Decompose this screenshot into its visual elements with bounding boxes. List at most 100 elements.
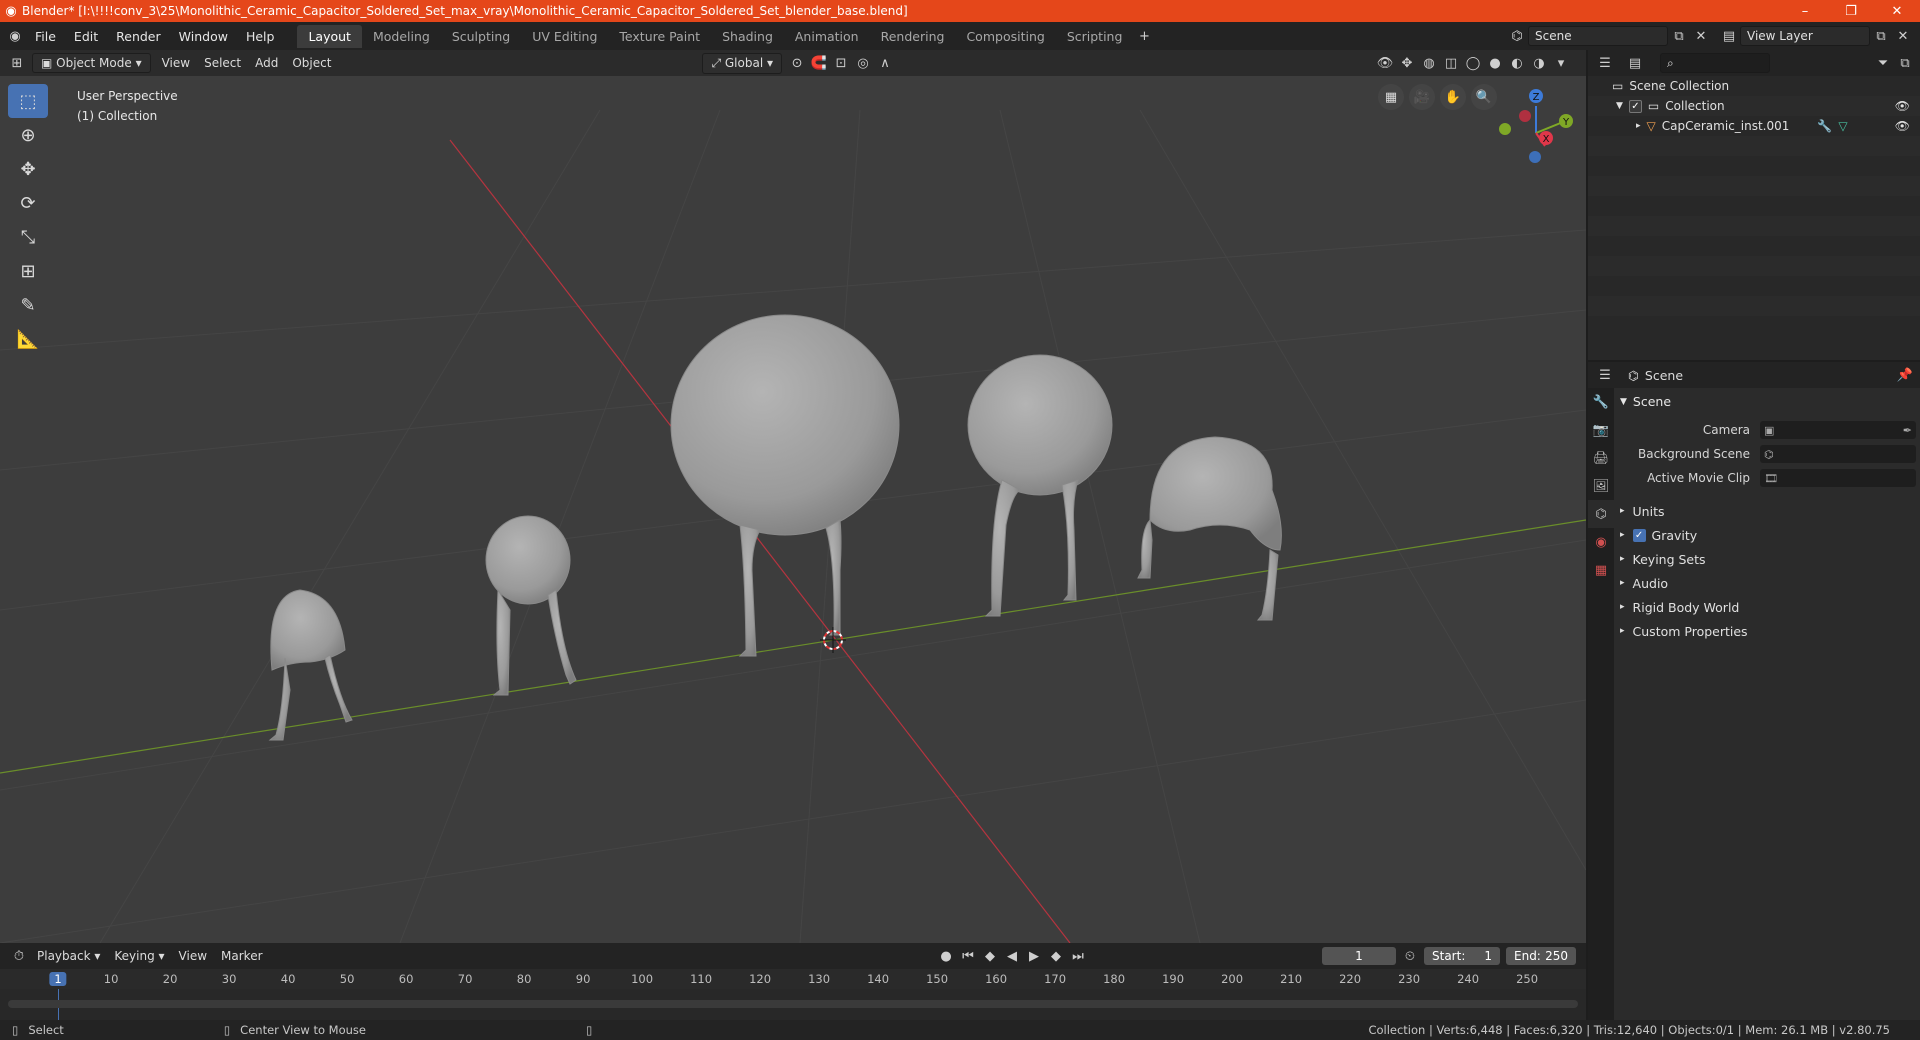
scene-panel-header[interactable]: ▼ Scene (1620, 394, 1671, 409)
orientation-dropdown[interactable]: ⤢ Global ▾ (702, 52, 783, 74)
tab-uv-editing[interactable]: UV Editing (521, 25, 608, 48)
jump-end-icon[interactable]: ⏭ (1067, 946, 1089, 966)
timeline-ruler[interactable]: 1 10 20 30 40 50 60 70 80 90 100 110 120 130 140 150 160… (0, 969, 1586, 989)
play-reverse-icon[interactable]: ◀ (1001, 946, 1023, 966)
tab-shading[interactable]: Shading (711, 25, 784, 48)
pin-icon[interactable]: 📌 (1894, 365, 1916, 385)
minimize-button[interactable]: – (1782, 4, 1828, 19)
delete-view-layer-icon[interactable]: ✕ (1892, 26, 1914, 46)
tab-animation[interactable]: Animation (784, 25, 870, 48)
menu-marker[interactable]: Marker (214, 947, 269, 965)
cursor-tool-icon[interactable]: ⊕ (8, 118, 48, 152)
next-keyframe-icon[interactable]: ◆ (1045, 946, 1067, 966)
camera-view-icon[interactable]: 🎥 (1409, 84, 1435, 110)
menu-file[interactable]: File (26, 29, 65, 44)
overlay-toggle-icon[interactable]: ◍ (1418, 53, 1440, 73)
blender-menu-icon[interactable]: ◉ (4, 26, 26, 46)
outliner-search-input[interactable]: ⌕ (1660, 53, 1770, 73)
gizmo-toggle-icon[interactable]: ✥ (1396, 53, 1418, 73)
expand-arrow-icon[interactable]: ▼ (1616, 101, 1623, 111)
modifier-wrench-icon[interactable]: 🔧 (1817, 119, 1832, 133)
menu-keying[interactable]: Keying ▾ (107, 947, 171, 965)
pivot-point-icon[interactable]: ⊙ (786, 53, 808, 73)
tab-sculpting[interactable]: Sculpting (441, 25, 521, 48)
new-collection-icon[interactable]: ⧉ (1894, 53, 1916, 73)
tab-layout[interactable]: Layout (297, 24, 362, 48)
close-button[interactable]: ✕ (1874, 4, 1920, 19)
menu-help[interactable]: Help (237, 29, 284, 44)
menu-window[interactable]: Window (170, 29, 237, 44)
rotate-tool-icon[interactable]: ⟳ (8, 186, 48, 220)
view-layer-icon[interactable]: ▤ (1718, 26, 1740, 46)
xray-icon[interactable]: ◫ (1440, 53, 1462, 73)
tree-item-scene-collection[interactable]: ▭ Scene Collection (1588, 76, 1920, 96)
expand-arrow-icon[interactable]: ▸ (1636, 121, 1641, 131)
mesh-data-icon[interactable]: ▽ (1838, 119, 1847, 133)
texture-tab-icon[interactable]: ▦ (1588, 556, 1614, 584)
mode-dropdown[interactable]: ▣ Object Mode ▾ (32, 53, 151, 73)
rigid-body-world-panel[interactable]: ▸ Rigid Body World (1620, 596, 1916, 618)
delete-scene-icon[interactable]: ✕ (1690, 26, 1712, 46)
filter-icon[interactable]: ⏷ (1872, 53, 1894, 73)
preview-range-icon[interactable]: ⏲ (1399, 946, 1421, 966)
rendered-shading-icon[interactable]: ◑ (1528, 53, 1550, 73)
output-tab-icon[interactable]: 🖨 (1588, 444, 1614, 472)
end-frame-field[interactable]: End: 250 (1506, 947, 1576, 965)
visibility-icon[interactable]: 👁 (1374, 53, 1396, 73)
outliner-editor-type-icon[interactable]: ☰ (1594, 53, 1616, 73)
menu-playback[interactable]: Playback ▾ (30, 947, 107, 965)
menu-select[interactable]: Select (197, 54, 248, 72)
view-layer-tab-icon[interactable]: 🖼 (1588, 472, 1614, 500)
menu-object[interactable]: Object (285, 54, 338, 72)
tab-modeling[interactable]: Modeling (362, 25, 441, 48)
shading-options-icon[interactable]: ▾ (1550, 53, 1572, 73)
solid-shading-icon[interactable]: ● (1484, 53, 1506, 73)
collection-checkbox[interactable]: ✓ (1628, 99, 1642, 113)
snap-icon[interactable]: 🧲 (808, 53, 830, 73)
start-frame-field[interactable]: Start: 1 (1424, 947, 1500, 965)
wireframe-shading-icon[interactable]: ◯ (1462, 53, 1484, 73)
new-scene-icon[interactable]: ⧉ (1668, 26, 1690, 46)
add-workspace-icon[interactable]: + (1133, 26, 1155, 46)
tab-scripting[interactable]: Scripting (1056, 25, 1134, 48)
measure-tool-icon[interactable]: 📐 (8, 322, 48, 356)
annotate-tool-icon[interactable]: ✎ (8, 288, 48, 322)
custom-properties-panel[interactable]: ▸ Custom Properties (1620, 620, 1916, 642)
jump-start-icon[interactable]: ⏮ (957, 946, 979, 966)
active-movie-clip-field[interactable]: 🎞 (1760, 469, 1916, 487)
properties-editor-type-icon[interactable]: ☰ (1594, 365, 1616, 385)
timeline-editor-type-icon[interactable]: ⏱ (8, 946, 30, 966)
eyedropper-icon[interactable]: ✒ (1903, 424, 1912, 437)
render-tab-icon[interactable]: 📷 (1588, 416, 1614, 444)
grid-view-icon[interactable]: ▦ (1378, 84, 1404, 110)
scene-selector-icon[interactable]: ⌬ (1506, 26, 1528, 46)
new-view-layer-icon[interactable]: ⧉ (1870, 26, 1892, 46)
world-tab-icon[interactable]: ◉ (1588, 528, 1614, 556)
gravity-panel[interactable]: ▸ ✓ Gravity (1620, 524, 1916, 546)
timeline-scrollbar[interactable] (8, 1000, 1578, 1008)
tree-item-object[interactable]: ▸ ▽ CapCeramic_inst.001 🔧 ▽ 👁 (1588, 116, 1920, 136)
current-frame-field[interactable]: 1 (1322, 947, 1396, 965)
tab-compositing[interactable]: Compositing (955, 25, 1055, 48)
menu-add[interactable]: Add (248, 54, 285, 72)
snap-target-icon[interactable]: ⊡ (830, 53, 852, 73)
prev-keyframe-icon[interactable]: ◆ (979, 946, 1001, 966)
scene-tab-icon[interactable]: ⌬ (1588, 500, 1614, 528)
tab-rendering[interactable]: Rendering (870, 25, 956, 48)
scene-field[interactable]: Scene (1528, 26, 1668, 46)
display-mode-icon[interactable]: ▤ (1624, 53, 1646, 73)
scale-tool-icon[interactable]: ⤡ (8, 220, 48, 254)
camera-field[interactable]: ▣ ✒ (1760, 421, 1916, 439)
falloff-icon[interactable]: ∧ (874, 53, 896, 73)
3d-viewport[interactable]: Z Y X ⊞ ▣ Object Mode ▾ View Select Add … (0, 50, 1586, 943)
menu-render[interactable]: Render (107, 29, 170, 44)
eye-icon[interactable]: 👁 (1895, 99, 1910, 113)
timeline-body[interactable] (0, 989, 1586, 1020)
maximize-button[interactable]: ❐ (1828, 4, 1874, 19)
eye-icon[interactable]: 👁 (1895, 119, 1910, 133)
pan-hand-icon[interactable]: ✋ (1440, 84, 1466, 110)
gravity-checkbox[interactable]: ✓ (1632, 528, 1646, 542)
background-scene-field[interactable]: ⌬ (1760, 445, 1916, 463)
material-shading-icon[interactable]: ◐ (1506, 53, 1528, 73)
move-tool-icon[interactable]: ✥ (8, 152, 48, 186)
